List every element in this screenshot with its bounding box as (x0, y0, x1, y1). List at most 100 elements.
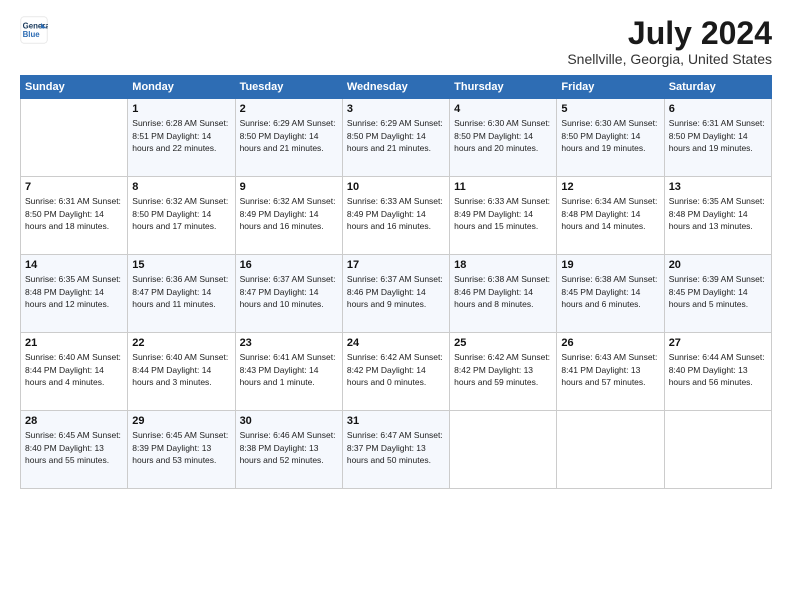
svg-text:Blue: Blue (23, 30, 41, 39)
calendar-cell: 28Sunrise: 6:45 AM Sunset: 8:40 PM Dayli… (21, 411, 128, 489)
day-number: 24 (347, 337, 445, 349)
day-number: 4 (454, 103, 552, 115)
calendar-cell: 2 Sunrise: 6:29 AM Sunset: 8:50 PM Daylig… (235, 99, 342, 177)
calendar-cell (557, 411, 664, 489)
day-info: Sunrise: 6:41 AM Sunset: 8:43 PM Dayligh… (240, 351, 338, 388)
calendar-table: Sunday Monday Tuesday Wednesday Thursday… (20, 75, 772, 489)
day-info: Sunrise: 6:31 AM Sunset: 8:50 PM Dayligh… (669, 117, 767, 154)
day-number: 27 (669, 337, 767, 349)
day-number: 19 (561, 259, 659, 271)
calendar-cell: 26 Sunrise: 6:43 AM Sunset: 8:41 PM Dayli… (557, 333, 664, 411)
calendar-cell: 31 Sunrise: 6:47 AM Sunset: 8:37 PM Dayli… (342, 411, 449, 489)
day-number: 23 (240, 337, 338, 349)
calendar-cell: 7Sunrise: 6:31 AM Sunset: 8:50 PM Daylig… (21, 177, 128, 255)
day-number: 29 (132, 415, 230, 427)
day-info: Sunrise: 6:32 AM Sunset: 8:50 PM Dayligh… (132, 195, 230, 232)
calendar-cell: 15Sunrise: 6:36 AM Sunset: 8:47 PM Dayli… (128, 255, 235, 333)
day-info: Sunrise: 6:44 AM Sunset: 8:40 PM Dayligh… (669, 351, 767, 388)
calendar-cell: 27 Sunrise: 6:44 AM Sunset: 8:40 PM Dayli… (664, 333, 771, 411)
calendar-cell: 24 Sunrise: 6:42 AM Sunset: 8:42 PM Dayli… (342, 333, 449, 411)
calendar-cell: 4 Sunrise: 6:30 AM Sunset: 8:50 PM Daylig… (450, 99, 557, 177)
calendar-cell: 22Sunrise: 6:40 AM Sunset: 8:44 PM Dayli… (128, 333, 235, 411)
calendar-cell: 25Sunrise: 6:42 AM Sunset: 8:42 PM Dayli… (450, 333, 557, 411)
calendar-cell: 30 Sunrise: 6:46 AM Sunset: 8:38 PM Dayli… (235, 411, 342, 489)
calendar-cell: 17 Sunrise: 6:37 AM Sunset: 8:46 PM Dayli… (342, 255, 449, 333)
day-number: 6 (669, 103, 767, 115)
day-number: 5 (561, 103, 659, 115)
day-info: Sunrise: 6:32 AM Sunset: 8:49 PM Dayligh… (240, 195, 338, 232)
day-info: Sunrise: 6:38 AM Sunset: 8:46 PM Dayligh… (454, 273, 552, 310)
page: General Blue July 2024 Snellville, Georg… (0, 0, 792, 612)
day-number: 22 (132, 337, 230, 349)
header-wednesday: Wednesday (342, 76, 449, 99)
day-info: Sunrise: 6:31 AM Sunset: 8:50 PM Dayligh… (25, 195, 123, 232)
day-number: 12 (561, 181, 659, 193)
calendar-week-row: 21 Sunrise: 6:40 AM Sunset: 8:44 PM Dayli… (21, 333, 772, 411)
day-info: Sunrise: 6:37 AM Sunset: 8:46 PM Dayligh… (347, 273, 445, 310)
day-info: Sunrise: 6:35 AM Sunset: 8:48 PM Dayligh… (669, 195, 767, 232)
day-number: 18 (454, 259, 552, 271)
calendar-cell: 20 Sunrise: 6:39 AM Sunset: 8:45 PM Dayli… (664, 255, 771, 333)
calendar-cell: 18 Sunrise: 6:38 AM Sunset: 8:46 PM Dayli… (450, 255, 557, 333)
day-info: Sunrise: 6:38 AM Sunset: 8:45 PM Dayligh… (561, 273, 659, 310)
svg-text:General: General (23, 21, 48, 30)
day-info: Sunrise: 6:29 AM Sunset: 8:50 PM Dayligh… (240, 117, 338, 154)
header-thursday: Thursday (450, 76, 557, 99)
day-info: Sunrise: 6:28 AM Sunset: 8:51 PM Dayligh… (132, 117, 230, 154)
day-info: Sunrise: 6:37 AM Sunset: 8:47 PM Dayligh… (240, 273, 338, 310)
calendar-cell: 8 Sunrise: 6:32 AM Sunset: 8:50 PM Daylig… (128, 177, 235, 255)
calendar-cell: 11 Sunrise: 6:33 AM Sunset: 8:49 PM Dayli… (450, 177, 557, 255)
header-saturday: Saturday (664, 76, 771, 99)
day-info: Sunrise: 6:30 AM Sunset: 8:50 PM Dayligh… (561, 117, 659, 154)
calendar-cell: 9 Sunrise: 6:32 AM Sunset: 8:49 PM Daylig… (235, 177, 342, 255)
calendar-week-row: 7Sunrise: 6:31 AM Sunset: 8:50 PM Daylig… (21, 177, 772, 255)
day-info: Sunrise: 6:33 AM Sunset: 8:49 PM Dayligh… (454, 195, 552, 232)
day-number: 10 (347, 181, 445, 193)
day-info: Sunrise: 6:36 AM Sunset: 8:47 PM Dayligh… (132, 273, 230, 310)
day-info: Sunrise: 6:45 AM Sunset: 8:39 PM Dayligh… (132, 429, 230, 466)
day-info: Sunrise: 6:35 AM Sunset: 8:48 PM Dayligh… (25, 273, 123, 310)
day-number: 26 (561, 337, 659, 349)
day-info: Sunrise: 6:33 AM Sunset: 8:49 PM Dayligh… (347, 195, 445, 232)
day-number: 1 (132, 103, 230, 115)
day-number: 21 (25, 337, 123, 349)
calendar-cell: 14Sunrise: 6:35 AM Sunset: 8:48 PM Dayli… (21, 255, 128, 333)
day-number: 9 (240, 181, 338, 193)
day-info: Sunrise: 6:42 AM Sunset: 8:42 PM Dayligh… (347, 351, 445, 388)
day-number: 25 (454, 337, 552, 349)
day-number: 30 (240, 415, 338, 427)
calendar-cell: 12 Sunrise: 6:34 AM Sunset: 8:48 PM Dayli… (557, 177, 664, 255)
day-info: Sunrise: 6:43 AM Sunset: 8:41 PM Dayligh… (561, 351, 659, 388)
day-info: Sunrise: 6:30 AM Sunset: 8:50 PM Dayligh… (454, 117, 552, 154)
subtitle: Snellville, Georgia, United States (567, 51, 772, 67)
header-friday: Friday (557, 76, 664, 99)
day-number: 8 (132, 181, 230, 193)
day-info: Sunrise: 6:29 AM Sunset: 8:50 PM Dayligh… (347, 117, 445, 154)
day-number: 20 (669, 259, 767, 271)
day-number: 17 (347, 259, 445, 271)
calendar-cell: 5 Sunrise: 6:30 AM Sunset: 8:50 PM Daylig… (557, 99, 664, 177)
calendar-cell: 19 Sunrise: 6:38 AM Sunset: 8:45 PM Dayli… (557, 255, 664, 333)
day-number: 11 (454, 181, 552, 193)
day-info: Sunrise: 6:40 AM Sunset: 8:44 PM Dayligh… (25, 351, 123, 388)
day-number: 28 (25, 415, 123, 427)
calendar-week-row: 28Sunrise: 6:45 AM Sunset: 8:40 PM Dayli… (21, 411, 772, 489)
calendar-cell: 10 Sunrise: 6:33 AM Sunset: 8:49 PM Dayli… (342, 177, 449, 255)
header-sunday: Sunday (21, 76, 128, 99)
calendar-body: 1 Sunrise: 6:28 AM Sunset: 8:51 PM Daylig… (21, 99, 772, 489)
calendar-cell (21, 99, 128, 177)
day-info: Sunrise: 6:46 AM Sunset: 8:38 PM Dayligh… (240, 429, 338, 466)
main-title: July 2024 (567, 16, 772, 51)
calendar-cell (664, 411, 771, 489)
day-number: 31 (347, 415, 445, 427)
calendar-cell (450, 411, 557, 489)
calendar-week-row: 1 Sunrise: 6:28 AM Sunset: 8:51 PM Daylig… (21, 99, 772, 177)
day-info: Sunrise: 6:47 AM Sunset: 8:37 PM Dayligh… (347, 429, 445, 466)
calendar-cell: 21 Sunrise: 6:40 AM Sunset: 8:44 PM Dayli… (21, 333, 128, 411)
day-info: Sunrise: 6:34 AM Sunset: 8:48 PM Dayligh… (561, 195, 659, 232)
weekday-header-row: Sunday Monday Tuesday Wednesday Thursday… (21, 76, 772, 99)
calendar-cell: 6 Sunrise: 6:31 AM Sunset: 8:50 PM Daylig… (664, 99, 771, 177)
day-number: 2 (240, 103, 338, 115)
day-info: Sunrise: 6:39 AM Sunset: 8:45 PM Dayligh… (669, 273, 767, 310)
calendar-cell: 13Sunrise: 6:35 AM Sunset: 8:48 PM Dayli… (664, 177, 771, 255)
